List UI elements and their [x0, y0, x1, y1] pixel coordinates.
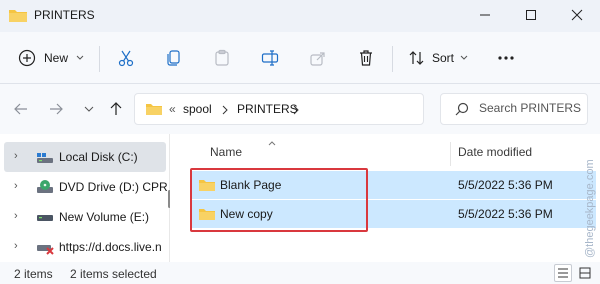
trash-icon: [360, 50, 372, 66]
navigation-pane: › Local Disk (C:) › DVD Drive (D:) CPR ›…: [0, 134, 170, 262]
breadcrumb-printers[interactable]: PRINTERS: [237, 102, 298, 116]
plus-circle-icon: [18, 49, 36, 67]
chevron-right-icon[interactable]: ›: [14, 210, 18, 222]
recent-locations-button[interactable]: [78, 98, 100, 120]
share-icon: [310, 52, 325, 66]
clipboard-icon: [215, 49, 229, 66]
close-button[interactable]: [554, 0, 600, 30]
sidebar-item-label: New Volume (E:): [59, 210, 150, 224]
paste-button[interactable]: [208, 44, 236, 72]
chevron-right-icon[interactable]: [292, 105, 300, 115]
sort-button[interactable]: Sort: [404, 44, 468, 72]
column-divider[interactable]: [450, 142, 451, 166]
copy-icon: [167, 50, 180, 66]
watermark: @thegeekpage.com: [581, 140, 600, 270]
chevron-down-icon: [460, 55, 468, 60]
up-button[interactable]: [105, 98, 127, 120]
watermark-text: @thegeekpage.com: [584, 159, 596, 258]
folder-icon: [146, 104, 162, 115]
arrow-left-icon: [14, 103, 27, 115]
column-header-name[interactable]: Name: [210, 145, 242, 159]
arrow-right-icon: [50, 103, 63, 115]
sidebar-item-dvd-drive[interactable]: › DVD Drive (D:) CPR: [0, 172, 169, 202]
item-count: 2 items: [14, 267, 53, 281]
drive-icon: [36, 209, 54, 225]
scissors-icon: [118, 50, 134, 67]
details-view-icon: [558, 268, 568, 278]
folder-icon: [8, 7, 28, 23]
cut-button[interactable]: [112, 44, 140, 72]
window-title: PRINTERS: [34, 8, 95, 22]
search-input[interactable]: [479, 101, 583, 115]
overflow-chevron-icon[interactable]: «: [169, 102, 176, 116]
selection-count: 2 items selected: [70, 267, 157, 281]
chevron-right-icon[interactable]: ›: [14, 240, 18, 252]
tiles-view-button[interactable]: [576, 264, 594, 282]
command-bar: New Sort: [0, 32, 600, 84]
sidebar-item-local-disk[interactable]: › Local Disk (C:): [4, 142, 166, 172]
highlight-box: [190, 168, 368, 232]
sidebar-item-network-drive[interactable]: › https://d.docs.live.n: [0, 232, 169, 262]
new-button[interactable]: New: [14, 44, 88, 72]
file-date: 5/5/2022 5:36 PM: [458, 207, 553, 221]
rename-icon: [261, 50, 279, 66]
toolbar-divider: [392, 46, 393, 72]
sidebar-item-new-volume[interactable]: › New Volume (E:): [0, 202, 169, 232]
breadcrumb-spool[interactable]: spool: [183, 102, 212, 116]
chevron-down-icon: [84, 106, 94, 112]
sidebar-item-label: DVD Drive (D:) CPR: [59, 180, 168, 194]
details-view-button[interactable]: [554, 264, 572, 282]
new-button-label: New: [44, 51, 69, 65]
copy-button[interactable]: [160, 44, 188, 72]
more-options-button[interactable]: [492, 44, 520, 72]
forward-button[interactable]: [45, 98, 67, 120]
tiles-view-icon: [579, 267, 591, 279]
search-box[interactable]: [440, 93, 588, 125]
maximize-button[interactable]: [508, 0, 554, 30]
chevron-right-icon[interactable]: ›: [14, 150, 18, 162]
status-bar: 2 items 2 items selected: [0, 262, 600, 284]
sort-icon: [409, 51, 424, 65]
rename-button[interactable]: [256, 44, 284, 72]
toolbar-divider: [99, 46, 100, 72]
search-icon: [455, 102, 469, 116]
chevron-right-icon[interactable]: ›: [14, 180, 18, 192]
column-header-date[interactable]: Date modified: [458, 145, 532, 159]
delete-button[interactable]: [352, 44, 380, 72]
sort-button-label: Sort: [432, 51, 455, 65]
drive-icon: [36, 149, 54, 165]
back-button[interactable]: [10, 98, 32, 120]
address-bar[interactable]: « spool PRINTERS: [134, 93, 424, 125]
network-drive-icon: [36, 239, 54, 255]
minimize-button[interactable]: [462, 0, 508, 30]
more-icon: [498, 56, 514, 60]
chevron-down-icon: [76, 55, 84, 60]
chevron-right-icon[interactable]: [221, 105, 229, 115]
title-bar: PRINTERS: [0, 0, 600, 32]
share-button[interactable]: [304, 44, 332, 72]
chevron-up-icon: [268, 135, 276, 149]
arrow-up-icon: [110, 102, 122, 115]
dvd-icon: [36, 179, 54, 195]
file-date: 5/5/2022 5:36 PM: [458, 178, 553, 192]
sidebar-item-label: Local Disk (C:): [59, 150, 138, 164]
sidebar-item-label: https://d.docs.live.n: [59, 240, 162, 254]
